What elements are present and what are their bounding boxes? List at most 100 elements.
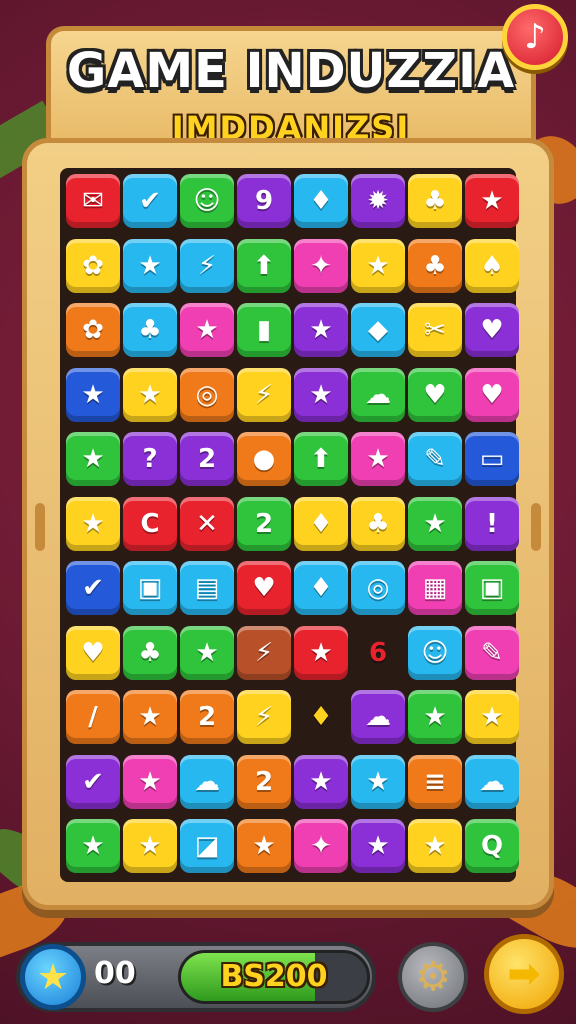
game-tile[interactable]: ✎	[465, 625, 519, 680]
game-tile[interactable]: ⚡	[237, 690, 291, 744]
game-tile[interactable]: ✿	[66, 303, 120, 357]
game-tile[interactable]: ✂	[408, 303, 462, 357]
game-tile[interactable]: ★	[180, 625, 234, 680]
game-tile[interactable]: ♣	[408, 174, 462, 228]
game-tile[interactable]: ✎	[408, 432, 462, 486]
game-tile[interactable]: ▣	[123, 561, 177, 615]
game-tile[interactable]: ♠	[465, 238, 519, 293]
game-tile[interactable]: ♥	[237, 561, 291, 615]
game-tile[interactable]: ♥	[465, 303, 519, 357]
game-tile[interactable]: ●	[237, 432, 291, 486]
game-tile[interactable]: ☺	[408, 625, 462, 680]
game-tile[interactable]: ♥	[408, 367, 462, 422]
game-tile[interactable]: ★	[66, 432, 120, 486]
game-tile[interactable]: ♣	[123, 625, 177, 680]
game-tile[interactable]: ✔	[123, 174, 177, 228]
game-tile[interactable]: ♦	[294, 561, 348, 615]
game-tile[interactable]: ★	[351, 754, 405, 809]
tile-symbol: ▮	[256, 315, 272, 345]
game-tile[interactable]: ☁	[465, 754, 519, 809]
game-tile[interactable]: ▦	[408, 561, 462, 615]
game-tile[interactable]: ⚡	[237, 625, 291, 680]
game-tile[interactable]: ★	[180, 303, 234, 357]
game-tile[interactable]: ✦	[294, 819, 348, 873]
game-tile[interactable]: ☺	[180, 174, 234, 228]
game-tile[interactable]: ★	[294, 754, 348, 809]
game-tile[interactable]: ✔	[66, 561, 120, 615]
game-tile[interactable]: ✿	[66, 238, 120, 293]
game-tile[interactable]: ⚡	[180, 238, 234, 293]
next-button[interactable]: ➡	[484, 934, 564, 1014]
game-tile[interactable]: !	[465, 496, 519, 551]
game-tile[interactable]: ♣	[351, 496, 405, 551]
game-tile[interactable]: ★	[294, 367, 348, 422]
game-tile[interactable]: ✕	[180, 496, 234, 551]
game-tile[interactable]: ★	[408, 690, 462, 744]
game-tile[interactable]: ★	[123, 754, 177, 809]
game-tile[interactable]: ★	[237, 819, 291, 873]
game-tile[interactable]: ?	[123, 432, 177, 486]
game-tile[interactable]: ◎	[351, 561, 405, 615]
game-tile[interactable]: ☁	[180, 754, 234, 809]
game-tile[interactable]: ▭	[465, 432, 519, 486]
tile-symbol: 2	[197, 444, 217, 474]
game-tile[interactable]: 2	[237, 754, 291, 809]
game-tile[interactable]: ♦	[294, 174, 348, 228]
game-tile[interactable]: ◆	[351, 303, 405, 357]
game-tile[interactable]: ★	[465, 174, 519, 228]
game-tile[interactable]: ★	[294, 625, 348, 680]
tile-symbol: ✂	[424, 315, 446, 345]
game-tile[interactable]: ✔	[66, 754, 120, 809]
game-tile[interactable]: ★	[66, 496, 120, 551]
game-tile[interactable]: ⬆	[294, 432, 348, 486]
tile-symbol: ◎	[195, 379, 219, 410]
game-tile[interactable]: ★	[123, 819, 177, 873]
game-tile[interactable]: ♦	[294, 690, 348, 744]
tile-symbol: ⬆	[310, 444, 332, 474]
game-tile[interactable]: ★	[351, 819, 405, 873]
game-tile[interactable]: Q	[465, 819, 519, 873]
game-tile[interactable]: ⚡	[237, 367, 291, 422]
game-tile[interactable]: ♥	[66, 625, 120, 680]
game-tile[interactable]: ★	[123, 238, 177, 293]
music-toggle-button[interactable]: ♪	[502, 4, 568, 70]
game-tile[interactable]: ♥	[465, 367, 519, 422]
game-tile[interactable]: ✦	[294, 238, 348, 293]
game-tile[interactable]: ★	[408, 819, 462, 873]
game-tile[interactable]: /	[66, 690, 120, 744]
tile-symbol: ★	[138, 379, 162, 410]
game-tile[interactable]: ☁	[351, 690, 405, 744]
game-tile[interactable]: ≡	[408, 754, 462, 809]
settings-button[interactable]: ⚙	[398, 942, 468, 1012]
game-tile[interactable]: 2	[237, 496, 291, 551]
game-tile[interactable]: ◎	[180, 367, 234, 422]
game-tile[interactable]: ★	[66, 367, 120, 422]
game-tile[interactable]: ★	[66, 819, 120, 873]
game-tile[interactable]: ★	[351, 238, 405, 293]
tile-symbol: ♥	[81, 637, 105, 668]
game-tile[interactable]: ▤	[180, 561, 234, 615]
game-tile[interactable]: ♣	[123, 303, 177, 357]
game-tile[interactable]: ★	[465, 690, 519, 744]
game-tile[interactable]: C	[123, 496, 177, 551]
game-tile[interactable]: ★	[351, 432, 405, 486]
game-tile[interactable]: ★	[294, 303, 348, 357]
tile-symbol: ☺	[193, 186, 221, 216]
game-tile[interactable]: ♦	[294, 496, 348, 551]
game-tile[interactable]: ▣	[465, 561, 519, 615]
game-tile[interactable]: 9	[237, 174, 291, 228]
game-tile[interactable]: ★	[123, 367, 177, 422]
game-tile[interactable]: ✉	[66, 174, 120, 228]
game-tile[interactable]: 6	[351, 626, 405, 680]
game-tile[interactable]: ✹	[351, 174, 405, 228]
game-tile[interactable]: ◪	[180, 819, 234, 873]
game-tile[interactable]: ▮	[237, 303, 291, 357]
game-tile[interactable]: 2	[180, 432, 234, 486]
star-badge[interactable]: ★	[20, 944, 86, 1010]
game-tile[interactable]: ♣	[408, 238, 462, 293]
game-tile[interactable]: ⬆	[237, 238, 291, 293]
game-tile[interactable]: ★	[408, 496, 462, 551]
game-tile[interactable]: ★	[123, 690, 177, 744]
game-tile[interactable]: 2	[180, 690, 234, 744]
game-tile[interactable]: ☁	[351, 367, 405, 422]
